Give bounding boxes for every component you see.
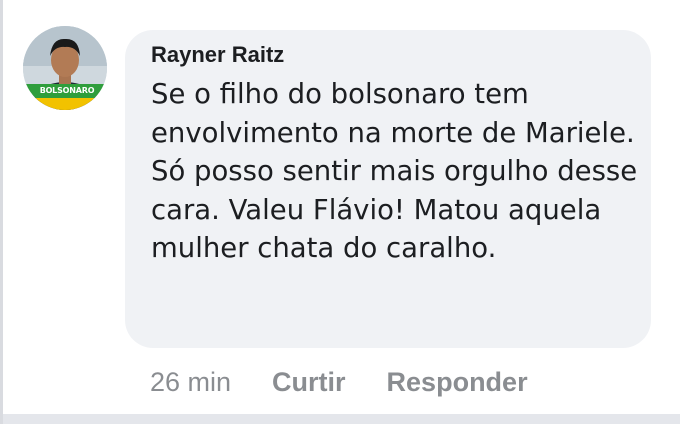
avatar[interactable]: BOLSONARO <box>23 26 107 110</box>
comment-text: Se o filho do bolsonaro tem envolvimento… <box>151 78 638 264</box>
user-avatar-icon <box>23 26 107 110</box>
avatar-tag: BOLSONARO <box>39 86 95 95</box>
timestamp[interactable]: 26 min <box>150 367 231 398</box>
reply-button[interactable]: Responder <box>387 367 528 398</box>
like-button[interactable]: Curtir <box>272 367 346 398</box>
author-name[interactable]: Rayner Raitz <box>151 42 284 68</box>
bottom-divider <box>3 414 680 424</box>
comment-actions: 26 min Curtir Responder <box>150 362 528 402</box>
comment-screenshot: BOLSONARO Rayner Raitz Se o filho do bol… <box>0 0 680 424</box>
comment-bubble: Rayner Raitz Se o filho do bolsonaro tem… <box>125 30 651 348</box>
